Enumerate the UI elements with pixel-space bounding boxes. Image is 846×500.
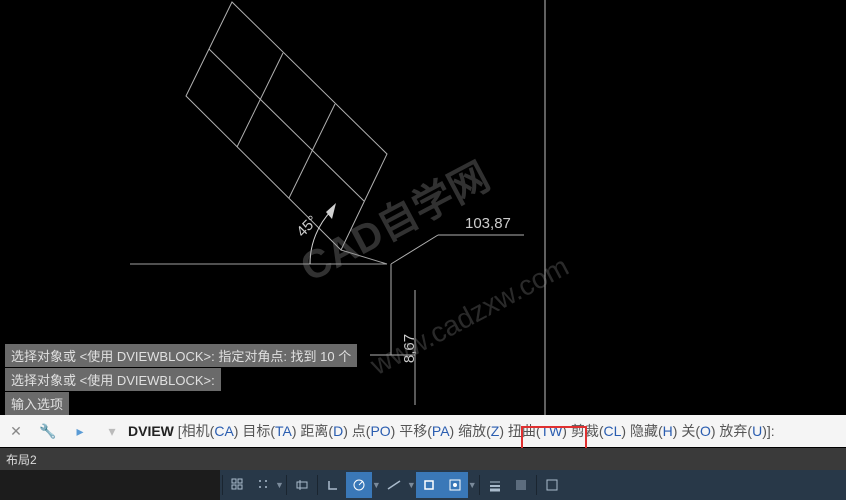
history-line: 输入选项 — [5, 392, 69, 415]
close-icon[interactable]: ✕ — [6, 421, 26, 441]
model-paper-toggle[interactable] — [539, 472, 565, 498]
command-prompt: DVIEW [相机(CA) 目标(TA) 距离(D) 点(PO) 平移(PA) … — [128, 421, 775, 441]
grid-toggle[interactable] — [225, 472, 251, 498]
height-label: 8,67 — [401, 334, 418, 363]
status-left-area — [0, 470, 220, 500]
layout-tab[interactable]: 布局2 — [6, 451, 37, 468]
history-line: 选择对象或 <使用 DVIEWBLOCK>: — [5, 368, 221, 391]
polar-toggle[interactable] — [346, 472, 372, 498]
ortho-toggle[interactable] — [320, 472, 346, 498]
transparency-toggle[interactable] — [508, 472, 534, 498]
chevron-icon[interactable]: ▸ — [70, 421, 90, 441]
dropdown-icon[interactable]: ▼ — [407, 480, 416, 490]
osnap-toggle[interactable] — [416, 472, 442, 498]
autosnap-toggle[interactable] — [442, 472, 468, 498]
constraint-toggle[interactable] — [289, 472, 315, 498]
command-history: 选择对象或 <使用 DVIEWBLOCK>: 指定对角点: 找到 10 个 选择… — [5, 343, 357, 415]
isodraft-toggle[interactable] — [381, 472, 407, 498]
history-line: 选择对象或 <使用 DVIEWBLOCK>: 指定对角点: 找到 10 个 — [5, 344, 357, 367]
command-input-bar[interactable]: ✕ 🔧 ▸ ▾ DVIEW [相机(CA) 目标(TA) 距离(D) 点(PO)… — [0, 415, 846, 447]
lineweight-toggle[interactable] — [482, 472, 508, 498]
dimension-label: 103,87 — [465, 215, 511, 232]
status-bar: ▼ ▼ ▼ ▼ — [0, 470, 846, 500]
dropdown-icon[interactable]: ▼ — [372, 480, 381, 490]
dropdown-icon[interactable]: ▼ — [468, 480, 477, 490]
snap-toggle[interactable] — [251, 472, 277, 498]
layout-tab-bar: 布局2 — [0, 448, 846, 470]
wrench-icon[interactable]: 🔧 — [38, 421, 58, 441]
dropdown-icon[interactable]: ▼ — [275, 480, 284, 490]
input-icon: ▾ — [102, 421, 122, 441]
